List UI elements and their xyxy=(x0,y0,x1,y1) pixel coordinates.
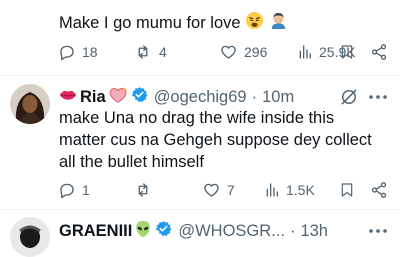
display-name[interactable]: GRAENIII xyxy=(59,222,132,241)
more-options-button[interactable] xyxy=(366,220,390,247)
display-name[interactable]: Ria xyxy=(80,88,106,107)
tweet-3-header: GRAENIII @WHOSGR... · 13h xyxy=(59,220,328,242)
heart-icon xyxy=(204,183,219,197)
share-button[interactable] xyxy=(370,179,388,201)
repost-button[interactable]: 4 xyxy=(133,41,167,63)
handle[interactable]: @WHOSGR... xyxy=(178,222,285,241)
facepalm-emoji-icon xyxy=(269,11,288,36)
tweet-2-actions: 1 7 1.5K xyxy=(0,179,400,201)
heart-icon xyxy=(221,45,236,59)
repost-icon xyxy=(138,183,148,197)
bookmark-icon xyxy=(341,183,353,197)
views-button[interactable]: 1.5K xyxy=(264,179,315,201)
bookmark-icon xyxy=(341,45,353,59)
timestamp[interactable]: 10m xyxy=(262,88,294,107)
mute-conversation-button[interactable] xyxy=(339,87,359,112)
tweet-1-text-line: Make I go mumu for love xyxy=(59,11,288,36)
avatar[interactable] xyxy=(10,84,50,124)
tweet-2-text-line: all the bullet himself xyxy=(59,153,204,171)
verified-badge-icon xyxy=(131,86,148,108)
mute-icon xyxy=(341,89,357,105)
bookmark-button[interactable] xyxy=(339,179,355,201)
like-count: 7 xyxy=(227,182,235,198)
reply-count: 1 xyxy=(82,182,90,198)
avatar[interactable] xyxy=(10,217,50,257)
repost-button[interactable] xyxy=(133,179,159,201)
share-icon xyxy=(371,182,387,198)
more-icon xyxy=(369,95,387,99)
tweet-2-text-line: make Una no drag the wife inside this xyxy=(59,109,335,127)
views-chart-icon xyxy=(299,45,311,59)
reply-button[interactable]: 18 xyxy=(58,41,98,63)
views-chart-icon xyxy=(266,183,278,197)
divider xyxy=(0,209,400,210)
bookmark-button[interactable] xyxy=(339,41,355,63)
share-button[interactable] xyxy=(370,41,388,63)
tweet-1-actions: 18 4 296 25.9K xyxy=(0,41,400,63)
reply-count: 18 xyxy=(82,44,98,60)
like-button[interactable]: 7 xyxy=(202,179,235,201)
sparkling-heart-emoji-icon xyxy=(108,86,128,109)
verified-badge-icon xyxy=(155,220,172,242)
timestamp[interactable]: 13h xyxy=(300,222,328,241)
tweet-2-text-line: matter cus na Gehgeh suppose dey collect xyxy=(59,131,372,149)
tweet-2-header: Ria @ogechig69 · 10m xyxy=(59,86,294,108)
reply-button[interactable]: 1 xyxy=(58,179,90,201)
repost-icon xyxy=(138,45,148,59)
weary-face-emoji-icon xyxy=(245,11,264,36)
more-icon xyxy=(369,229,387,233)
lips-emoji-icon xyxy=(59,88,77,107)
more-options-button[interactable] xyxy=(366,86,390,113)
divider xyxy=(0,75,400,76)
like-button[interactable]: 296 xyxy=(219,41,267,63)
views-count: 1.5K xyxy=(286,182,315,198)
like-count: 296 xyxy=(244,44,268,60)
separator-dot: · xyxy=(251,87,258,106)
reply-icon xyxy=(60,45,74,61)
repost-count: 4 xyxy=(159,44,167,60)
tweet-1-text: Make I go mumu for love xyxy=(59,13,241,32)
reply-icon xyxy=(60,183,74,199)
share-icon xyxy=(371,44,387,60)
separator-dot: · xyxy=(289,221,296,240)
alien-emoji-icon xyxy=(134,220,152,243)
handle[interactable]: @ogechig69 xyxy=(154,88,247,107)
tweet-1[interactable]: Make I go mumu for love 18 4 296 25.9K xyxy=(0,0,400,76)
